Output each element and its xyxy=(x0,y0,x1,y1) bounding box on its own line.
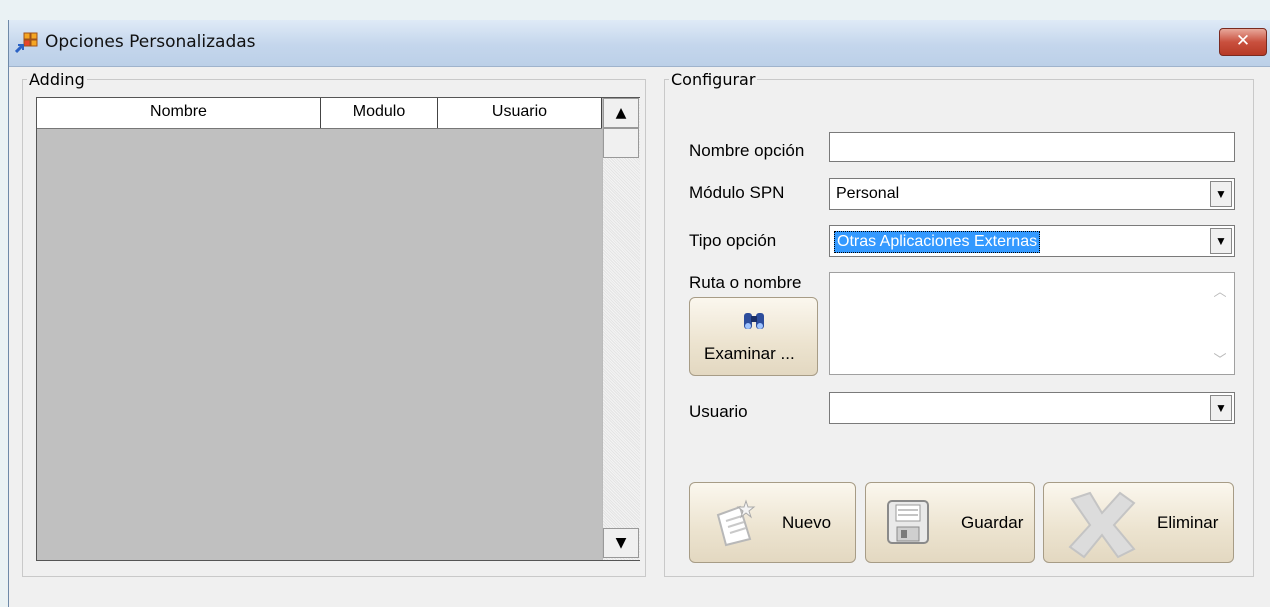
grid-vertical-scrollbar[interactable]: ▲ ▼ xyxy=(602,98,640,560)
column-header-modulo[interactable]: Modulo xyxy=(321,98,438,128)
adding-legend: Adding xyxy=(29,70,85,89)
examinar-label: Examinar ... xyxy=(704,344,795,363)
configurar-legend: Configurar xyxy=(671,70,756,89)
guardar-button[interactable]: Guardar xyxy=(865,482,1035,563)
scroll-down-icon[interactable]: ▼ xyxy=(603,528,639,558)
scroll-down-icon[interactable]: ﹀ xyxy=(1206,349,1234,368)
modulo-spn-value: Personal xyxy=(836,185,900,202)
delete-x-icon xyxy=(1068,491,1136,559)
nuevo-button[interactable]: Nuevo xyxy=(689,482,856,563)
ruta-nombre-label: Ruta o nombre xyxy=(689,273,802,292)
options-grid[interactable]: Nombre Modulo Usuario ▲ ▼ xyxy=(36,97,640,561)
examinar-button[interactable]: Examinar ... xyxy=(689,297,818,376)
modulo-spn-label: Módulo SPN xyxy=(689,183,785,202)
column-header-nombre[interactable]: Nombre xyxy=(37,98,321,128)
new-document-icon xyxy=(716,499,756,547)
chevron-down-icon[interactable]: ▼ xyxy=(1210,181,1232,207)
window-title: Opciones Personalizadas xyxy=(45,32,256,52)
ruta-nombre-textarea[interactable]: ︿ ﹀ xyxy=(829,272,1235,375)
tipo-opcion-select[interactable]: Otras Aplicaciones Externas ▼ xyxy=(829,225,1235,257)
tipo-opcion-label: Tipo opción xyxy=(689,231,777,250)
guardar-label: Guardar xyxy=(961,513,1024,532)
close-button[interactable]: ✕ xyxy=(1219,28,1267,56)
scroll-up-icon[interactable]: ︿ xyxy=(1206,281,1234,300)
usuario-select[interactable]: ▼ xyxy=(829,392,1235,424)
app-grid-icon xyxy=(15,32,38,54)
nombre-opcion-input[interactable] xyxy=(829,132,1235,162)
title-bar[interactable]: Opciones Personalizadas ✕ xyxy=(9,20,1270,67)
chevron-down-icon[interactable]: ▼ xyxy=(1210,228,1232,254)
eliminar-button[interactable]: Eliminar xyxy=(1043,482,1234,563)
nuevo-label: Nuevo xyxy=(782,513,832,532)
grid-header: Nombre Modulo Usuario xyxy=(37,98,602,129)
save-disk-icon xyxy=(887,500,929,544)
nombre-opcion-label: Nombre opción xyxy=(689,141,805,160)
eliminar-label: Eliminar xyxy=(1157,513,1219,532)
scroll-thumb[interactable] xyxy=(603,128,639,158)
chevron-down-icon[interactable]: ▼ xyxy=(1210,395,1232,421)
column-header-usuario[interactable]: Usuario xyxy=(438,98,602,128)
close-icon: ✕ xyxy=(1235,31,1251,51)
usuario-label: Usuario xyxy=(689,402,748,421)
binoculars-icon xyxy=(744,313,764,329)
scroll-up-icon[interactable]: ▲ xyxy=(603,98,639,128)
tipo-opcion-value: Otras Aplicaciones Externas xyxy=(834,231,1041,253)
modulo-spn-select[interactable]: Personal ▼ xyxy=(829,178,1235,210)
textarea-scrollbar[interactable]: ︿ ﹀ xyxy=(1206,273,1234,374)
